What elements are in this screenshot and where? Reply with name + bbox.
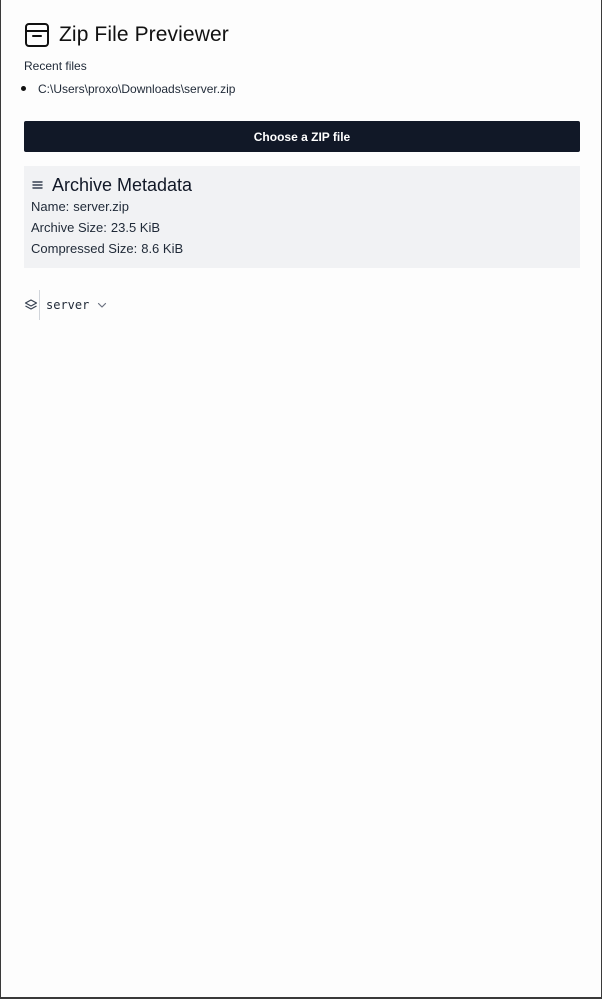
recent-files-label: Recent files [24, 59, 87, 73]
metadata-title: Archive Metadata [52, 174, 193, 195]
metadata-compressed-size-value: 8.6 KiB [141, 241, 184, 256]
metadata-compressed-size-label: Compressed Size: [31, 241, 138, 256]
main-content: Zip File Previewer Recent files C:\Users… [21, 20, 580, 320]
metadata-header: Archive Metadata [31, 174, 573, 196]
metadata-archive-size-value: 23.5 KiB [110, 220, 161, 235]
metadata-archive-size-label: Archive Size: [31, 220, 107, 235]
tree-divider [39, 290, 40, 320]
metadata-archive-size-row: Archive Size: 23.5 KiB [31, 217, 573, 238]
tree-node-server[interactable]: server [46, 298, 108, 312]
menu-lines-icon [31, 178, 45, 192]
recent-files-list: C:\Users\proxo\Downloads\server.zip [21, 79, 580, 99]
tree-node-label: server [46, 298, 90, 312]
header: Zip File Previewer [24, 20, 580, 50]
archive-metadata-panel: Archive Metadata Name: server.zip Archive… [24, 166, 580, 268]
archive-box-icon [24, 22, 50, 48]
page-title: Zip File Previewer [59, 23, 229, 46]
app-window: Zip File Previewer Recent files C:\Users… [0, 0, 602, 999]
chevron-down-icon[interactable] [96, 299, 108, 311]
metadata-name-row: Name: server.zip [31, 196, 573, 217]
recent-file-item[interactable]: C:\Users\proxo\Downloads\server.zip [21, 79, 580, 99]
metadata-compressed-size-row: Compressed Size: 8.6 KiB [31, 238, 573, 259]
metadata-name-value: server.zip [73, 199, 129, 214]
metadata-name-label: Name: [31, 199, 70, 214]
file-tree: server [24, 290, 580, 320]
choose-zip-button[interactable]: Choose a ZIP file [24, 121, 580, 152]
layers-icon [24, 298, 38, 312]
